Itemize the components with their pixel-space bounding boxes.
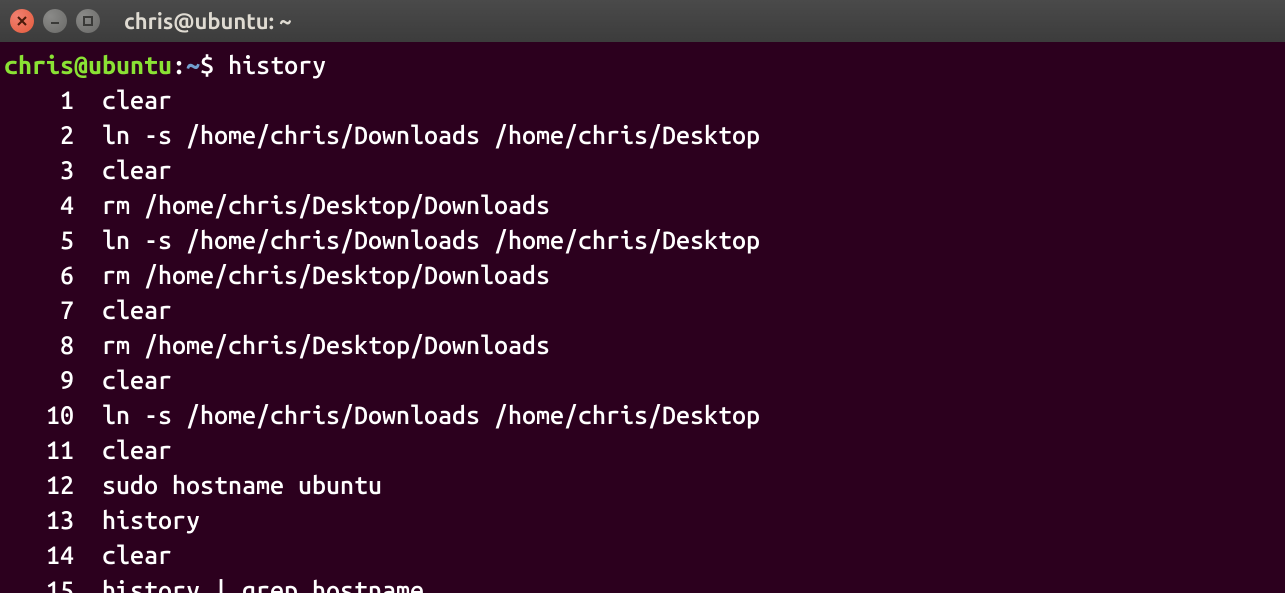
history-command: ln -s /home/chris/Downloads /home/chris/… [74, 226, 760, 254]
minimize-icon [49, 15, 61, 27]
prompt-colon: : [172, 51, 186, 79]
history-line: 7 clear [4, 293, 1281, 328]
history-line: 14 clear [4, 538, 1281, 573]
history-line: 10 ln -s /home/chris/Downloads /home/chr… [4, 398, 1281, 433]
history-line: 13 history [4, 503, 1281, 538]
history-command: sudo hostname ubuntu [74, 471, 382, 499]
history-command: clear [74, 541, 172, 569]
history-line: 15 history | grep hostname [4, 573, 1281, 593]
minimize-button[interactable] [43, 9, 67, 33]
history-command: clear [74, 296, 172, 324]
history-number: 13 [4, 503, 74, 538]
history-command: rm /home/chris/Desktop/Downloads [74, 261, 550, 289]
history-number: 12 [4, 468, 74, 503]
history-number: 3 [4, 153, 74, 188]
history-command: ln -s /home/chris/Downloads /home/chris/… [74, 401, 760, 429]
history-command: ln -s /home/chris/Downloads /home/chris/… [74, 121, 760, 149]
window-title: chris@ubuntu: ~ [124, 9, 292, 34]
prompt-user-host: chris@ubuntu [4, 51, 172, 79]
history-number: 15 [4, 573, 74, 593]
history-number: 5 [4, 223, 74, 258]
history-number: 9 [4, 363, 74, 398]
close-button[interactable] [10, 9, 34, 33]
history-line: 8 rm /home/chris/Desktop/Downloads [4, 328, 1281, 363]
history-command: rm /home/chris/Desktop/Downloads [74, 191, 550, 219]
history-command: clear [74, 156, 172, 184]
history-number: 7 [4, 293, 74, 328]
prompt-command: history [228, 51, 326, 79]
history-number: 8 [4, 328, 74, 363]
history-command: clear [74, 436, 172, 464]
history-command: history [74, 506, 200, 534]
history-number: 6 [4, 258, 74, 293]
history-line: 11 clear [4, 433, 1281, 468]
prompt-path: ~ [186, 51, 200, 79]
history-line: 9 clear [4, 363, 1281, 398]
history-number: 10 [4, 398, 74, 433]
history-command: clear [74, 366, 172, 394]
terminal-body[interactable]: chris@ubuntu:~$ history 1 clear2 ln -s /… [0, 42, 1285, 593]
titlebar: chris@ubuntu: ~ [0, 0, 1285, 42]
history-number: 14 [4, 538, 74, 573]
terminal-window: chris@ubuntu: ~ chris@ubuntu:~$ history … [0, 0, 1285, 593]
window-controls [10, 9, 100, 33]
close-icon [16, 15, 28, 27]
maximize-icon [82, 15, 94, 27]
history-line: 12 sudo hostname ubuntu [4, 468, 1281, 503]
history-command: history | grep hostname [74, 576, 424, 593]
history-line: 1 clear [4, 83, 1281, 118]
history-line: 3 clear [4, 153, 1281, 188]
history-command: clear [74, 86, 172, 114]
history-line: 4 rm /home/chris/Desktop/Downloads [4, 188, 1281, 223]
history-line: 2 ln -s /home/chris/Downloads /home/chri… [4, 118, 1281, 153]
history-number: 1 [4, 83, 74, 118]
history-output: 1 clear2 ln -s /home/chris/Downloads /ho… [4, 83, 1281, 593]
prompt-line: chris@ubuntu:~$ history [4, 48, 1281, 83]
history-line: 6 rm /home/chris/Desktop/Downloads [4, 258, 1281, 293]
history-number: 2 [4, 118, 74, 153]
prompt-dollar: $ [200, 51, 228, 79]
history-number: 11 [4, 433, 74, 468]
history-number: 4 [4, 188, 74, 223]
history-line: 5 ln -s /home/chris/Downloads /home/chri… [4, 223, 1281, 258]
history-command: rm /home/chris/Desktop/Downloads [74, 331, 550, 359]
maximize-button[interactable] [76, 9, 100, 33]
